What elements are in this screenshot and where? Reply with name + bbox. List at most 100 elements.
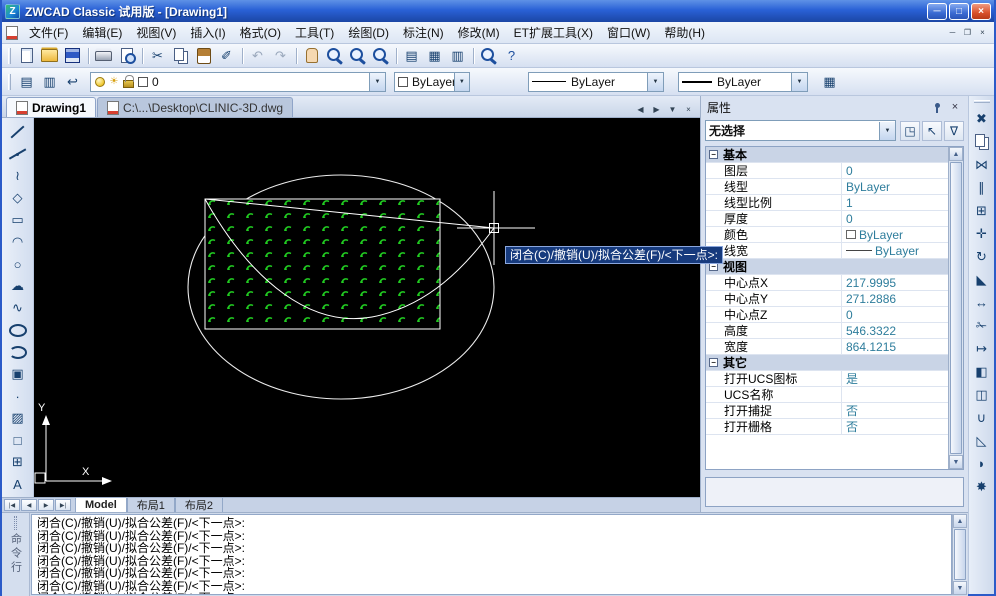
pin-icon[interactable] [930, 100, 944, 114]
layer-states-button[interactable]: ▥ [38, 72, 61, 92]
property-row[interactable]: −UCS名称 [706, 387, 948, 403]
save-button[interactable] [61, 46, 84, 66]
next-layout-button[interactable]: ▶ [38, 499, 54, 511]
properties-header[interactable]: 属性 × [701, 96, 968, 118]
menu-window[interactable]: 窗口(W) [600, 21, 657, 44]
linetype-dropdown-icon[interactable]: ▼ [647, 73, 663, 91]
circle-tool[interactable]: ○ [5, 253, 31, 275]
erase-tool[interactable]: ✖ [970, 107, 994, 130]
open-button[interactable] [38, 46, 61, 66]
zoom-previous-button[interactable] [369, 46, 392, 66]
quick-select-button[interactable]: ∇ [944, 121, 964, 141]
selection-dropdown-icon[interactable]: ▼ [879, 122, 895, 140]
property-value[interactable]: 0 [842, 308, 948, 322]
menu-format[interactable]: 格式(O) [233, 21, 288, 44]
menu-et-extended-tools[interactable]: ET扩展工具(X) [507, 21, 600, 44]
hatch-tool[interactable]: ▨ [5, 407, 31, 429]
menu-edit[interactable]: 编辑(E) [75, 21, 129, 44]
plot-button[interactable] [92, 46, 115, 66]
cut-button[interactable]: ✂ [146, 46, 169, 66]
property-value[interactable]: 271.2886 [842, 292, 948, 306]
layer-dropdown-icon[interactable]: ▼ [369, 73, 385, 91]
select-objects-button[interactable]: ↖ [922, 121, 942, 141]
spline-tool[interactable]: ∿ [5, 297, 31, 319]
revcloud-tool[interactable]: ☁ [5, 275, 31, 297]
join-tool[interactable]: ∪ [970, 406, 994, 429]
layer-select[interactable]: ☀ 0 ▼ [90, 72, 386, 92]
copy-button[interactable] [169, 46, 192, 66]
property-row[interactable]: −中心点Z 0 [706, 307, 948, 323]
stretch-tool[interactable]: ↔ [970, 291, 994, 314]
tab-layout2[interactable]: 布局2 [175, 498, 223, 512]
scroll-up-icon[interactable]: ▲ [953, 514, 967, 528]
property-value[interactable]: 否 [842, 418, 948, 435]
minimize-button[interactable]: ─ [927, 3, 947, 20]
color-dropdown-icon[interactable]: ▼ [454, 73, 469, 91]
break-at-point-tool[interactable]: ◧ [970, 360, 994, 383]
properties-palette-button[interactable]: ▤ [400, 46, 423, 66]
collapse-icon[interactable]: − [709, 150, 718, 159]
property-value[interactable]: 217.9995 [842, 276, 948, 290]
table-tool[interactable]: ⊞ [5, 451, 31, 473]
properties-close-icon[interactable]: × [948, 100, 962, 114]
toolbar-grip[interactable] [974, 100, 990, 103]
line-tool[interactable] [5, 121, 31, 143]
menu-modify[interactable]: 修改(M) [451, 21, 507, 44]
command-history[interactable]: 闭合(C)/撤销(U)/拟合公差(F)/<下一点>: 闭合(C)/撤销(U)/拟… [31, 514, 952, 595]
cell-style-button[interactable]: ▦ [818, 72, 841, 92]
mdi-minimize-button[interactable]: ─ [945, 25, 960, 40]
drawing-canvas[interactable]: Y X 闭合(C)/撤销(U)/拟合公差(F)/<下一点>: [34, 118, 700, 497]
property-value[interactable]: 0 [842, 164, 948, 178]
dock-grip[interactable] [14, 516, 17, 530]
scrollbar-thumb[interactable] [954, 529, 966, 580]
maximize-button[interactable]: □ [949, 3, 969, 20]
layer-manager-button[interactable]: ▤ [15, 72, 38, 92]
tab-clinic-3d[interactable]: C:\...\Desktop\CLINIC-3D.dwg [97, 97, 293, 117]
property-row[interactable]: −中心点X 217.9995 [706, 275, 948, 291]
property-value[interactable]: 否 [842, 402, 948, 419]
ellipse-arc-tool[interactable] [5, 341, 31, 363]
property-value[interactable]: ByLayer [842, 228, 948, 242]
fillet-tool[interactable]: ◗ [970, 452, 994, 475]
tab-layout1[interactable]: 布局1 [127, 498, 175, 512]
ellipse-tool[interactable] [5, 319, 31, 341]
scroll-up-icon[interactable]: ▲ [949, 147, 963, 161]
property-row[interactable]: −打开UCS图标 是 [706, 371, 948, 387]
property-value[interactable]: ByLayer [842, 244, 948, 258]
trim-tool[interactable]: ✁ [970, 314, 994, 337]
new-button[interactable] [15, 46, 38, 66]
scale-tool[interactable]: ◣ [970, 268, 994, 291]
menu-dimension[interactable]: 标注(N) [396, 21, 451, 44]
menu-file[interactable]: 文件(F) [22, 21, 75, 44]
last-layout-button[interactable]: ▶| [55, 499, 71, 511]
scrollbar-thumb[interactable] [950, 162, 962, 454]
toolbar-grip[interactable] [8, 48, 11, 64]
property-row[interactable]: −线宽 ByLayer [706, 243, 948, 259]
polyline-tool[interactable]: ≀ [5, 165, 31, 187]
extend-tool[interactable]: ↦ [970, 337, 994, 360]
titlebar[interactable]: Z ZWCAD Classic 试用版 - [Drawing1] ─ □ × [2, 0, 994, 22]
lineweight-select[interactable]: ByLayer ▼ [678, 72, 808, 92]
menu-help[interactable]: 帮助(H) [657, 21, 712, 44]
scroll-down-icon[interactable]: ▼ [949, 455, 963, 469]
property-row[interactable]: −视图 [706, 259, 948, 275]
tab-list-button[interactable]: ▼ [665, 102, 680, 117]
tab-model[interactable]: Model [75, 498, 127, 512]
mtext-tool[interactable]: A [5, 473, 31, 495]
rotate-tool[interactable]: ↻ [970, 245, 994, 268]
zoom-realtime-button[interactable] [323, 46, 346, 66]
property-value[interactable]: 864.1215 [842, 340, 948, 354]
menu-view[interactable]: 视图(V) [129, 21, 183, 44]
redo-button[interactable]: ↷ [269, 46, 292, 66]
point-tool[interactable]: ∙ [5, 385, 31, 407]
scroll-tabs-left-button[interactable]: ◀ [633, 102, 648, 117]
find-button[interactable] [477, 46, 500, 66]
selection-dropdown[interactable]: 无选择 ▼ [705, 120, 896, 141]
command-dock-tab[interactable]: 命令行 [2, 513, 30, 596]
linetype-select[interactable]: ByLayer ▼ [528, 72, 664, 92]
pan-button[interactable] [300, 46, 323, 66]
copy-tool[interactable] [970, 130, 994, 153]
print-preview-button[interactable] [115, 46, 138, 66]
zoom-window-button[interactable] [346, 46, 369, 66]
property-value[interactable]: 1 [842, 196, 948, 210]
